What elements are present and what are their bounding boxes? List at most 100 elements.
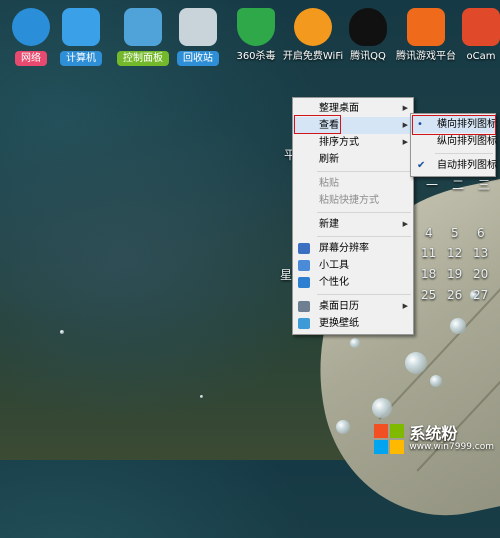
context-menu-item[interactable]: 新建 ▶ (293, 216, 413, 233)
context-menu-item-label: 桌面日历 (319, 301, 359, 312)
desktop-icon-label: 腾讯游戏平台 (396, 51, 456, 62)
watermark-text: 系统粉 (409, 424, 458, 443)
submenu-arrow-icon: ▶ (402, 121, 408, 129)
submenu-item-label: 纵向排列图标 (437, 136, 497, 147)
calendar-header-cell: 一 (426, 178, 439, 192)
calendar-day[interactable]: 27 (473, 288, 488, 302)
wifi-icon (294, 8, 332, 46)
submenu-item-label: 横向排列图标 (437, 119, 497, 130)
radio-dot-icon: • (417, 119, 423, 130)
context-menu-item-label: 新建 (319, 219, 339, 230)
calendar-day[interactable]: 19 (447, 267, 462, 281)
context-menu-item-label: 更换壁纸 (319, 318, 359, 329)
water-drop (372, 398, 392, 418)
context-menu-item-label: 小工具 (319, 260, 349, 271)
calendar-day[interactable]: 20 (473, 267, 488, 281)
submenu-item[interactable]: ✔ 自动排列图标 (411, 157, 497, 174)
calendar-day[interactable]: 5 (451, 226, 459, 240)
context-menu-item-label: 刷新 (319, 154, 339, 165)
watermark: 系统粉 www.win7999.com (374, 424, 494, 454)
calendar-header-cell: 三 (478, 178, 491, 192)
view-submenu: • 横向排列图标 纵向排列图标 ✔ 自动排列图标 (410, 113, 497, 177)
context-menu-item[interactable]: 查看 ▶ (293, 117, 413, 134)
desktop-icon[interactable]: 开启免费WiFi (282, 8, 344, 63)
menu-item-icon (298, 260, 310, 271)
menu-item-icon (298, 277, 310, 288)
ocam-icon (462, 8, 500, 46)
water-drop (430, 375, 442, 387)
menu-item-icon (298, 243, 310, 254)
menu-item-icon (298, 318, 310, 329)
context-menu-item[interactable]: 更换壁纸 (293, 315, 413, 332)
desktop-icon[interactable]: 360杀毒 (225, 8, 287, 63)
network-globe-icon (12, 8, 50, 46)
water-drop (405, 352, 427, 374)
context-menu-item[interactable]: 粘贴 (293, 175, 413, 192)
submenu-item[interactable]: 纵向排列图标 (411, 133, 497, 150)
desktop-icon-label: oCam (466, 51, 496, 62)
calendar-day[interactable]: 13 (473, 246, 488, 260)
context-menu-item-label: 查看 (319, 120, 339, 131)
calendar-day[interactable]: 26 (447, 288, 462, 302)
desktop-icon[interactable]: 回收站 (167, 8, 229, 66)
desktop-context-menu: 整理桌面 ▶ 查看 ▶ 排序方式 ▶ 刷新粘贴粘贴快捷方式 新建 ▶ 屏幕分辨率小工具个性化桌面日… (292, 97, 414, 335)
water-drop (350, 338, 360, 348)
desktop-icon[interactable]: 腾讯QQ (337, 8, 399, 63)
submenu-item[interactable]: • 横向排列图标 (411, 116, 497, 133)
calendar-day[interactable]: 4 (425, 226, 433, 240)
watermark-url: www.win7999.com (409, 442, 494, 452)
desktop-icon[interactable]: 腾讯游戏平台 (395, 8, 457, 63)
desktop-icon[interactable]: oCam (450, 8, 500, 63)
context-menu-item-label: 整理桌面 (319, 103, 359, 114)
menu-separator (317, 212, 411, 213)
desktop-icon-label: 开启免费WiFi (282, 51, 344, 62)
calendar-weekday-label: 星 (280, 268, 293, 282)
antivirus-shield-icon (237, 8, 275, 46)
windows-logo-icon (374, 424, 405, 454)
submenu-arrow-icon: ▶ (402, 104, 408, 112)
context-menu-item-label: 排序方式 (319, 137, 359, 148)
checkmark-icon: ✔ (417, 160, 426, 171)
submenu-arrow-icon: ▶ (402, 138, 408, 146)
context-menu-item[interactable]: 个性化 (293, 274, 413, 291)
menu-separator (317, 171, 411, 172)
control-panel-icon (124, 8, 162, 46)
context-menu-item[interactable]: 桌面日历 ▶ (293, 298, 413, 315)
water-drop (336, 420, 350, 434)
context-menu-item-label: 粘贴快捷方式 (319, 195, 379, 206)
desktop-icon-label: 计算机 (60, 51, 102, 66)
calendar-day[interactable]: 25 (421, 288, 436, 302)
submenu-item-label: 自动排列图标 (437, 160, 497, 171)
context-menu-item[interactable]: 刷新 (293, 151, 413, 168)
context-menu-item[interactable]: 粘贴快捷方式 (293, 192, 413, 209)
menu-separator (317, 294, 411, 295)
game-platform-icon (407, 8, 445, 46)
desktop-icon-label: 网络 (15, 51, 47, 66)
desktop-icon-label: 控制面板 (117, 51, 169, 66)
desktop-icon-label: 回收站 (177, 51, 219, 66)
calendar-day[interactable]: 6 (477, 226, 485, 240)
context-menu-item[interactable]: 整理桌面 ▶ (293, 100, 413, 117)
menu-separator (435, 153, 493, 154)
water-drop (450, 318, 466, 334)
desktop-icon[interactable]: 控制面板 (112, 8, 174, 66)
context-menu-item[interactable]: 屏幕分辨率 (293, 240, 413, 257)
computer-monitor-icon (62, 8, 100, 46)
recycle-bin-icon (179, 8, 217, 46)
water-drop (60, 330, 64, 334)
context-menu-item-label: 个性化 (319, 277, 349, 288)
context-menu-item[interactable]: 排序方式 ▶ (293, 134, 413, 151)
menu-separator (317, 236, 411, 237)
calendar-header-cell: 二 (452, 178, 465, 192)
context-menu-item[interactable]: 小工具 (293, 257, 413, 274)
calendar-day[interactable]: 18 (421, 267, 436, 281)
desktop-icon-label: 360杀毒 (236, 51, 276, 62)
submenu-arrow-icon: ▶ (402, 220, 408, 228)
calendar-day[interactable]: 12 (447, 246, 462, 260)
qq-penguin-icon (349, 8, 387, 46)
context-menu-item-label: 粘贴 (319, 178, 339, 189)
calendar-day[interactable]: 11 (421, 246, 436, 260)
desktop-icon[interactable]: 计算机 (50, 8, 112, 66)
submenu-arrow-icon: ▶ (402, 302, 408, 310)
desktop-icon-label: 腾讯QQ (350, 51, 386, 62)
